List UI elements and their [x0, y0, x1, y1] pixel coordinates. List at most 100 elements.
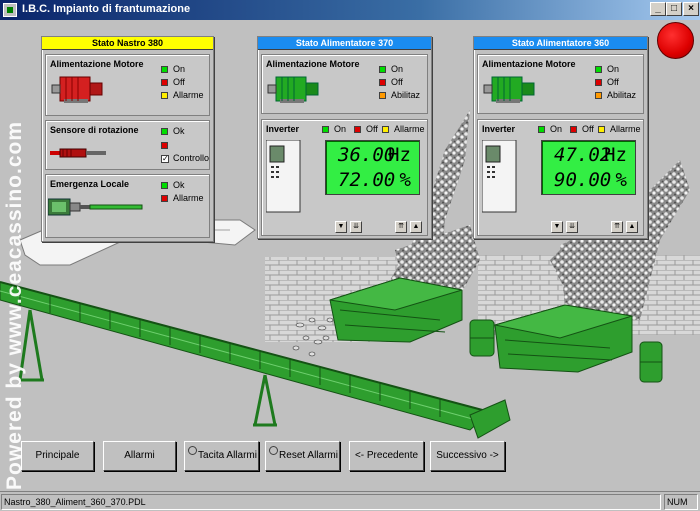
alim370-motore-abilitaz: Abilitaz	[379, 90, 420, 100]
precedente-button[interactable]: <- Precedente	[349, 441, 424, 471]
nastro-motore-title: Alimentazione Motore	[50, 59, 144, 69]
alim360-inverter-section: Inverter On Off Allarme 47.02 Hz 90.00% ▼…	[477, 119, 644, 236]
successivo-button[interactable]: Successivo ->	[430, 441, 505, 471]
alim370-down-button[interactable]: ▼	[335, 221, 347, 233]
alim360-motore-title: Alimentazione Motore	[482, 59, 576, 69]
alim360-up-button[interactable]: ▲	[626, 221, 638, 233]
nastro-emergenza-section: Emergenza Locale Ok Allarme	[45, 174, 210, 238]
nastro-sensore-section: Sensore di rotazione Ok ✓ Controllo	[45, 120, 210, 170]
led-red-icon	[379, 79, 386, 87]
motor-green-icon	[483, 76, 535, 103]
panel-nastro-380: Stato Nastro 380 Alimentazione Motore On…	[41, 36, 214, 242]
led-green-icon	[161, 66, 168, 74]
nastro-motore-on: On	[161, 64, 185, 74]
motor-green-icon	[267, 76, 319, 103]
led-green-icon	[161, 128, 168, 136]
nastro-motore-section: Alimentazione Motore On Off Allarme	[45, 54, 210, 116]
status-bar: Nastro_380_Aliment_360_370.PDL NUM	[0, 491, 700, 511]
alim370-pct-unit: %	[399, 169, 411, 191]
led-green-icon	[161, 182, 168, 190]
led-yellow-icon	[598, 126, 605, 134]
nastro-emergenza-ok: Ok	[161, 180, 185, 190]
alim370-inv-off: Off	[354, 124, 378, 134]
status-num: NUM	[664, 494, 698, 510]
watermark-text: Powered by www.ceacassino.com	[3, 120, 26, 490]
alim360-down-button[interactable]: ▼	[551, 221, 563, 233]
led-yellow-icon	[382, 126, 389, 134]
led-red-icon	[161, 195, 168, 203]
led-yellow-icon	[161, 92, 168, 100]
nastro-motore-allarme: Allarme	[161, 90, 204, 100]
emergency-switch-icon	[48, 198, 143, 216]
alim360-inv-off: Off	[570, 124, 594, 134]
alim360-pct-unit: %	[615, 169, 627, 191]
alim360-hz-value: 47.02	[554, 144, 612, 166]
app-window: I.B.C. Impianto di frantumazione _ □ × P…	[0, 0, 700, 511]
alim360-up-fast-button[interactable]: ⇈	[611, 221, 623, 233]
alim370-lcd-display: 36.00 Hz 72.00%	[325, 140, 420, 195]
nastro-sensore-ok: Ok	[161, 126, 185, 136]
nastro-emergenza-allarme: Allarme	[161, 193, 204, 203]
alim370-pct-value: 72.00	[338, 169, 396, 191]
nastro-sensore-controllo[interactable]: ✓ Controllo	[161, 153, 209, 163]
plant-scene: Powered by www.ceacassino.com Stato Nast…	[0, 20, 700, 491]
alim370-hz-unit: Hz	[388, 144, 411, 166]
alim370-motore-title: Alimentazione Motore	[266, 59, 360, 69]
alim360-inverter-title: Inverter	[482, 124, 516, 134]
alim370-motore-on: On	[379, 64, 403, 74]
alim360-lcd-display: 47.02 Hz 90.00%	[541, 140, 636, 195]
principale-button[interactable]: Principale	[21, 441, 94, 471]
close-button[interactable]: ×	[683, 2, 699, 16]
alim360-inv-on: On	[538, 124, 562, 134]
alim360-down-fast-button[interactable]: ⇊	[566, 221, 578, 233]
nastro-motore-off: Off	[161, 77, 185, 87]
rotation-sensor-icon	[50, 148, 106, 158]
alim370-down-fast-button[interactable]: ⇊	[350, 221, 362, 233]
radio-icon	[188, 446, 197, 455]
minimize-button[interactable]: _	[650, 2, 666, 16]
allarmi-button[interactable]: Allarmi	[103, 441, 176, 471]
alim370-inv-allarme: Allarme	[382, 124, 425, 134]
window-title: I.B.C. Impianto di frantumazione	[22, 3, 191, 15]
nastro-sensore-title: Sensore di rotazione	[50, 125, 139, 135]
alim360-inv-allarme: Allarme	[598, 124, 641, 134]
led-green-icon	[322, 126, 329, 134]
alim370-hz-value: 36.00	[338, 144, 396, 166]
alim360-motore-on: On	[595, 64, 619, 74]
alim360-motore-abilitaz: Abilitaz	[595, 90, 636, 100]
alim360-pct-value: 90.00	[554, 169, 612, 191]
led-orange-icon	[379, 92, 386, 100]
alim370-inverter-section: Inverter On Off Allarme 36.00 Hz 72.00% ▼…	[261, 119, 428, 236]
led-green-icon	[595, 66, 602, 74]
alim360-motore-off: Off	[595, 77, 619, 87]
panel-header-360: Stato Alimentatore 360	[474, 37, 647, 50]
status-file: Nastro_380_Aliment_360_370.PDL	[1, 494, 661, 510]
controllo-checkbox[interactable]: ✓	[161, 154, 169, 163]
title-bar: I.B.C. Impianto di frantumazione _ □ ×	[0, 0, 700, 20]
led-green-icon	[538, 126, 545, 134]
alim370-inv-on: On	[322, 124, 346, 134]
led-red-icon	[595, 79, 602, 87]
panel-header-370: Stato Alimentatore 370	[258, 37, 431, 50]
alim370-motore-section: Alimentazione Motore On Off Abilitaz	[261, 54, 428, 114]
panel-alimentatore-370: Stato Alimentatore 370 Alimentazione Mot…	[257, 36, 432, 239]
panel-alimentatore-360: Stato Alimentatore 360 Alimentazione Mot…	[473, 36, 648, 239]
led-red-icon	[161, 142, 168, 150]
alim360-hz-unit: Hz	[604, 144, 627, 166]
radio-icon	[269, 446, 278, 455]
tacita-allarmi-button[interactable]: Tacita Allarmi	[184, 441, 259, 471]
inverter-icon	[266, 140, 301, 213]
nastro-emergenza-title: Emergenza Locale	[50, 179, 130, 189]
maximize-button[interactable]: □	[666, 2, 682, 16]
reset-allarmi-button[interactable]: Reset Allarmi	[265, 441, 340, 471]
led-red-icon	[161, 79, 168, 87]
led-red-icon	[354, 126, 361, 134]
alarm-lamp-icon	[657, 22, 694, 59]
led-green-icon	[379, 66, 386, 74]
alim370-up-button[interactable]: ▲	[410, 221, 422, 233]
alim360-motore-section: Alimentazione Motore On Off Abilitaz	[477, 54, 644, 114]
panel-header-nastro-380: Stato Nastro 380	[42, 37, 213, 50]
inverter-icon	[482, 140, 517, 213]
nastro-sensore-fault	[161, 140, 173, 150]
alim370-up-fast-button[interactable]: ⇈	[395, 221, 407, 233]
